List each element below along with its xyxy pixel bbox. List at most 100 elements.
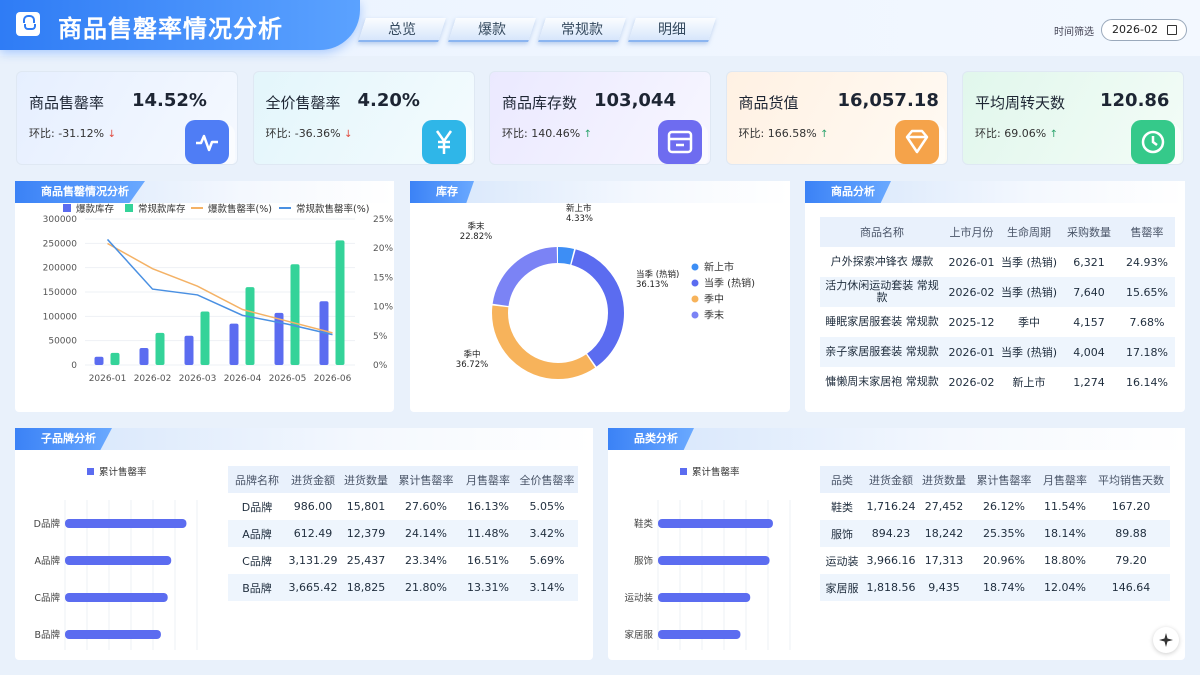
table-row[interactable]: 家居服 1,818.56 9,435 18.74% 12.04% 146.64 xyxy=(820,574,1170,601)
table-cell: 3,131.29 xyxy=(288,554,338,567)
table-cell: 新上市 xyxy=(1012,376,1046,389)
table-cell: 2026-02 xyxy=(948,375,995,389)
y-tick-label: 250000 xyxy=(43,239,78,249)
table-cell: 3.42% xyxy=(516,520,578,547)
table-row[interactable]: A品牌 612.49 12,379 24.14% 11.48% 3.42% xyxy=(228,520,578,547)
panel-title: 商品分析 xyxy=(805,181,891,203)
slice-label: 季末 xyxy=(467,221,485,232)
table-cell: 3,966.16 xyxy=(866,554,916,567)
table-cell: 16.14% xyxy=(1126,375,1168,389)
column-header: 进货金额 xyxy=(286,466,340,493)
table-row[interactable]: 服饰 894.23 18,242 25.35% 18.14% 89.88 xyxy=(820,520,1170,547)
table-cell: 1,818.56 xyxy=(864,574,918,601)
inventory-panel: 库存 新上市 4.33% 当季 (热销) 36.13% 季中 36.72% 季末 22.82%… xyxy=(410,181,790,412)
table-cell: 7.68% xyxy=(1129,315,1165,329)
y2-tick-label: 25% xyxy=(373,215,393,225)
table-row[interactable]: 亲子家居服套装 常规款 2026-01 当季 (热销) 4,004 17.18% xyxy=(820,337,1175,367)
table-cell: 27,452 xyxy=(924,500,964,513)
table-cell: 18.14% xyxy=(1038,520,1092,547)
table-cell: 7,640 xyxy=(1059,277,1119,307)
legend-item: 常规款售罄率(%) xyxy=(279,203,369,215)
y2-tick-label: 20% xyxy=(373,244,393,254)
table-cell: 25,437 xyxy=(346,554,386,567)
category-analysis-panel: 品类分析 0%5%10%15%20%25%30%累计售罄率鞋类服饰运动装家居服 … xyxy=(608,428,1185,660)
legend-label: 季中 xyxy=(704,293,724,306)
kpi-value: 16,057.18 xyxy=(837,90,939,111)
table-cell: C品牌 xyxy=(242,554,272,568)
kpi-card-0: 商品售罄率 14.52% 环比: -31.12% ↓ xyxy=(16,71,238,165)
legend-item: 爆款售罄率(%) xyxy=(191,203,272,215)
tab-hot-items[interactable]: 爆款 xyxy=(448,18,536,42)
table-row[interactable]: 户外探索冲锋衣 爆款 2026-01 当季 (热销) 6,321 24.93% xyxy=(820,247,1175,277)
y-tick-label: 200000 xyxy=(43,264,78,274)
slice-label: 当季 (热销) xyxy=(636,269,679,280)
table-cell: 16.51% xyxy=(467,554,509,567)
calendar-icon[interactable] xyxy=(1167,25,1177,35)
ai-assistant-button[interactable] xyxy=(1153,627,1179,653)
table-cell: 当季 (热销) xyxy=(1000,256,1058,269)
legend-label: 累计售罄率 xyxy=(692,466,740,478)
panel-title: 品类分析 xyxy=(608,428,694,450)
table-cell: 16.13% xyxy=(467,500,509,513)
bar xyxy=(335,240,345,365)
bar xyxy=(658,593,751,602)
table-cell: 当季 (热销) xyxy=(999,277,1059,307)
legend-swatch xyxy=(691,311,699,319)
table-cell: 18.80% xyxy=(1044,554,1086,567)
table-cell: 17.18% xyxy=(1119,337,1175,367)
panel-title: 子品牌分析 xyxy=(15,428,112,450)
pulse-icon xyxy=(185,120,229,164)
panel-title: 库存 xyxy=(410,181,474,203)
table-cell: A品牌 xyxy=(228,520,286,547)
legend-swatch xyxy=(125,204,133,212)
table-cell: 5.69% xyxy=(529,554,565,567)
table-row[interactable]: 运动装 3,966.16 17,313 20.96% 18.80% 79.20 xyxy=(820,547,1170,574)
table-row[interactable]: C品牌 3,131.29 25,437 23.34% 16.51% 5.69% xyxy=(228,547,578,574)
table-row[interactable]: 慵懒周末家居袍 常规款 2026-02 新上市 1,274 16.14% xyxy=(820,367,1175,397)
column-header: 累计售罄率 xyxy=(970,466,1038,493)
table-cell: 13.31% xyxy=(460,574,516,601)
x-tick-label: 2026-04 xyxy=(224,374,262,384)
y-tick-label: 家居服 xyxy=(624,629,653,641)
tab-overview[interactable]: 总览 xyxy=(358,18,446,42)
column-header: 全价售罄率 xyxy=(516,466,578,493)
bar xyxy=(65,593,168,602)
y-tick-label: 0 xyxy=(71,361,77,371)
table-row[interactable]: B品牌 3,665.42 18,825 21.80% 13.31% 3.14% xyxy=(228,574,578,601)
category-bar-chart: 0%5%10%15%20%25%30%累计售罄率鞋类服饰运动装家居服 xyxy=(624,466,791,650)
table-cell: 睡眠家居服套装 常规款 xyxy=(825,315,939,328)
bar xyxy=(658,519,773,528)
date-picker[interactable]: 2026-02 xyxy=(1101,19,1187,41)
kpi-label: 全价售罄率 xyxy=(265,94,341,112)
kpi-card-1: 全价售罄率 4.20% 环比: -36.36% ↓ xyxy=(252,71,475,165)
kpi-value: 120.86 xyxy=(1100,90,1170,111)
table-row[interactable]: 睡眠家居服套装 常规款 2025-12 季中 4,157 7.68% xyxy=(820,307,1175,337)
table-row[interactable]: 鞋类 1,716.24 27,452 26.12% 11.54% 167.20 xyxy=(820,493,1170,520)
arrow-up-icon: ↑ xyxy=(820,129,829,140)
table-row[interactable]: 活力休闲运动套装 常规款 2026-02 当季 (热销) 7,640 15.65% xyxy=(820,277,1175,307)
table-row[interactable]: D品牌 986.00 15,801 27.60% 16.13% 5.05% xyxy=(228,493,578,520)
bar xyxy=(65,519,187,528)
tab-regular-items[interactable]: 常规款 xyxy=(538,18,626,42)
y-tick-label: 300000 xyxy=(43,215,78,225)
sparkle-icon xyxy=(1159,633,1173,647)
table-cell: 3.14% xyxy=(516,574,578,601)
legend-swatch xyxy=(691,279,699,287)
table-cell: 167.20 xyxy=(1111,500,1151,513)
kpi-card-2: 商品库存数 103,044 环比: 140.46% ↑ xyxy=(489,71,711,165)
product-table: 商品名称 上市月份 生命周期 采购数量 售罄率 户外探索冲锋衣 爆款 2026-01 当季 (… xyxy=(820,217,1175,397)
bar xyxy=(139,347,149,365)
arrow-up-icon: ↑ xyxy=(583,129,593,140)
y-tick-label: 运动装 xyxy=(624,592,653,604)
table-cell: 1,716.24 xyxy=(866,500,916,513)
slice-label: 季中 xyxy=(463,349,480,360)
table-cell: 986.00 xyxy=(293,500,333,513)
kpi-value: 4.20% xyxy=(357,90,420,111)
legend-label: 常规款售罄率(%) xyxy=(296,203,369,215)
column-header: 平均销售天数 xyxy=(1092,466,1170,493)
brand-bar-chart: 0%5%10%15%20%25%30%累计售罄率D品牌A品牌C品牌B品牌 xyxy=(34,466,198,650)
table-cell: 12.04% xyxy=(1038,574,1092,601)
tab-details[interactable]: 明细 xyxy=(628,18,716,42)
table-cell: 25.35% xyxy=(970,520,1038,547)
table-cell: 24.14% xyxy=(392,520,460,547)
